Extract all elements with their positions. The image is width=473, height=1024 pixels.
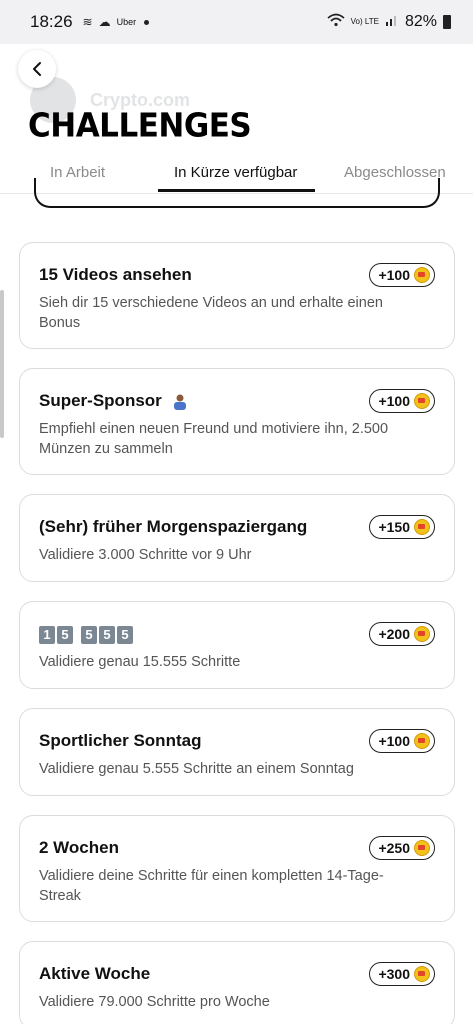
coin-icon — [414, 519, 430, 535]
challenge-card[interactable]: Super-Sponsor +100 Empfiehl einen neuen … — [19, 368, 455, 475]
notification-icon: ≋ — [82, 15, 93, 29]
challenge-title-digits: 15555 — [39, 624, 135, 644]
reward-value: +150 — [378, 519, 410, 535]
coin-icon — [414, 267, 430, 283]
reward-value: +250 — [378, 840, 410, 856]
challenge-card[interactable]: Sportlicher Sonntag +100 Validiere genau… — [19, 708, 455, 796]
coin-icon — [414, 393, 430, 409]
network-label: Vo) LTE — [350, 17, 379, 26]
digit-keycap: 1 — [39, 626, 55, 644]
challenge-description: Validiere genau 15.555 Schritte — [39, 654, 241, 670]
challenge-card[interactable]: (Sehr) früher Morgenspaziergang +150 Val… — [19, 494, 455, 582]
reward-badge: +200 — [369, 622, 435, 646]
challenge-description: Empfiehl einen neuen Freund und motivier… — [39, 421, 389, 457]
coin-icon — [414, 966, 430, 982]
challenge-title: Aktive Woche — [39, 964, 151, 983]
status-app-label: Uber — [116, 17, 137, 27]
coin-icon — [414, 733, 430, 749]
reward-badge: +100 — [369, 729, 435, 753]
wifi-icon — [327, 13, 345, 31]
coin-icon — [414, 840, 430, 856]
challenge-card[interactable]: 15 Videos ansehen +100 Sieh dir 15 versc… — [19, 242, 455, 349]
challenge-description: Validiere 3.000 Schritte vor 9 Uhr — [39, 547, 252, 563]
challenge-description: Validiere 79.000 Schritte pro Woche — [39, 994, 270, 1010]
challenge-description: Sieh dir 15 verschiedene Videos an und e… — [39, 295, 383, 331]
chevron-left-icon — [33, 62, 41, 76]
status-bar: 18:26 ≋ ☁ Uber Vo) LTE 82% — [0, 0, 473, 44]
scroll-indicator[interactable] — [0, 290, 4, 438]
challenge-description: Validiere genau 5.555 Schritte an einem … — [39, 761, 354, 777]
battery-percent: 82% — [404, 13, 437, 30]
signal-icon — [385, 13, 399, 31]
reward-badge: +150 — [369, 515, 435, 539]
back-button[interactable] — [18, 50, 56, 88]
person-emoji-icon — [171, 393, 189, 411]
challenge-card[interactable]: 2 Wochen +250 Validiere deine Schritte f… — [19, 815, 455, 922]
status-time: 18:26 — [30, 12, 73, 31]
battery-icon — [443, 15, 451, 29]
coin-icon — [414, 626, 430, 642]
reward-badge: +100 — [369, 389, 435, 413]
reward-value: +100 — [378, 733, 410, 749]
challenge-card[interactable]: Aktive Woche +300 Validiere 79.000 Schri… — [19, 941, 455, 1024]
page-title: CHALLENGES — [28, 107, 252, 145]
challenge-title: (Sehr) früher Morgenspaziergang — [39, 517, 308, 536]
challenge-title: Sportlicher Sonntag — [39, 731, 202, 750]
reward-value: +100 — [378, 267, 410, 283]
reward-badge: +300 — [369, 962, 435, 986]
digit-keycap: 5 — [117, 626, 133, 644]
challenge-title: 15 Videos ansehen — [39, 265, 192, 284]
partial-card-above — [34, 178, 440, 208]
reward-badge: +100 — [369, 263, 435, 287]
challenge-card[interactable]: 15555 +200 Validiere genau 15.555 Schrit… — [19, 601, 455, 689]
reward-value: +200 — [378, 626, 410, 642]
digit-keycap: 5 — [99, 626, 115, 644]
reward-badge: +250 — [369, 836, 435, 860]
notification-dot-icon — [144, 19, 150, 25]
digit-keycap: 5 — [81, 626, 97, 644]
challenge-description: Validiere deine Schritte für einen kompl… — [39, 868, 384, 904]
digit-keycap: 5 — [57, 626, 73, 644]
reward-value: +300 — [378, 966, 410, 982]
status-right: Vo) LTE 82% — [327, 13, 451, 31]
reward-value: +100 — [378, 393, 410, 409]
challenge-title-row: Super-Sponsor — [39, 391, 189, 411]
weather-icon: ☁ — [98, 15, 111, 29]
challenge-title: 2 Wochen — [39, 838, 119, 857]
challenge-title: Super-Sponsor — [39, 391, 162, 410]
